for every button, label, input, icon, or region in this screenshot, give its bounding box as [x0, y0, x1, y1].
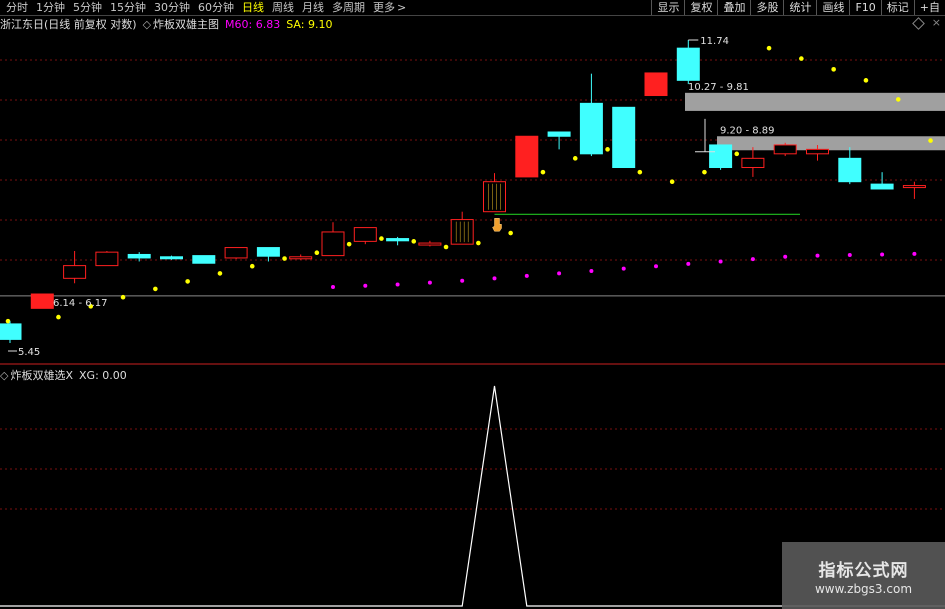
- sa-dot-20: [669, 179, 675, 184]
- watermark-title: 指标公式网: [818, 561, 909, 581]
- candle-body-5: [160, 256, 183, 260]
- candle-body-1: [30, 293, 54, 309]
- sa-dot-8: [282, 256, 287, 261]
- candle-body-3: [95, 251, 119, 267]
- candle-body-18: [579, 102, 603, 155]
- resistance-zone-0: [685, 92, 945, 111]
- m60-dot-18: [589, 269, 594, 274]
- candle-body-25: [806, 148, 829, 155]
- sa-dot-24: [799, 56, 804, 61]
- sa-dot-11: [379, 236, 384, 241]
- sa-dot-13: [443, 244, 449, 250]
- candle-body-0: [0, 323, 22, 340]
- sa-dot-6: [217, 271, 223, 276]
- candle-body-13: [418, 242, 442, 246]
- m60-dot-11: [363, 283, 368, 288]
- m60-dot-19: [621, 266, 626, 271]
- m60-dot-14: [460, 278, 465, 283]
- candle-body-28: [902, 185, 926, 189]
- sa-dot-7: [249, 263, 255, 269]
- candle-body-24: [773, 144, 797, 155]
- m60-dot-12: [395, 282, 400, 287]
- candle-body-7: [224, 247, 248, 259]
- low-label: 5.45: [18, 347, 40, 358]
- m60-dot-28: [912, 251, 917, 256]
- sa-dot-17: [572, 156, 578, 161]
- m60-dot-27: [880, 252, 885, 257]
- sa-dot-16: [540, 169, 546, 175]
- candle-body-22: [709, 144, 733, 169]
- candlestick-chart[interactable]: 11.74 10.27 - 9.81 9.20 - 8.89 6.14 - 6.17 5…: [0, 0, 945, 365]
- sa-dot-4: [153, 286, 158, 292]
- high-label: 11.74: [700, 36, 729, 47]
- candle-body-8: [256, 247, 280, 257]
- m60-dot-16: [524, 273, 529, 278]
- candle-body-6: [192, 255, 216, 264]
- candle-body-16: [515, 135, 539, 178]
- sa-dot-26: [863, 78, 869, 83]
- candle-body-12: [386, 238, 410, 242]
- m60-dot-10: [331, 285, 335, 290]
- candle-body-4: [127, 253, 151, 259]
- sa-dot-18: [605, 147, 610, 152]
- sa-dot-21: [702, 169, 707, 175]
- m60-dot-25: [815, 253, 820, 258]
- candle-body-20: [644, 72, 668, 97]
- candle-body-17: [547, 131, 571, 137]
- m60-dot-22: [718, 259, 723, 264]
- m60-dot-17: [557, 271, 562, 276]
- sa-dot-10: [346, 241, 352, 247]
- m60-dot-24: [783, 254, 788, 259]
- sa-dot-9: [314, 250, 320, 256]
- sa-dot-22: [734, 151, 740, 157]
- m60-dot-26: [847, 253, 852, 258]
- sa-dot-23: [766, 45, 772, 51]
- m60-dot-21: [686, 261, 691, 266]
- candle-body-10: [321, 231, 345, 257]
- m60-dot-20: [654, 264, 658, 269]
- candle-body-15: [483, 181, 506, 213]
- range-label: 6.14 - 6.17: [53, 298, 108, 309]
- sa-dot-19: [637, 169, 643, 175]
- sa-dot-25: [831, 67, 836, 72]
- m60-dot-13: [427, 280, 432, 285]
- zone-label-1: 9.20 - 8.89: [720, 125, 775, 136]
- candle-body-9: [289, 256, 313, 260]
- sa-dot-15: [508, 230, 513, 236]
- sa-dot-14: [476, 240, 481, 246]
- sa-dot-12: [411, 239, 417, 244]
- candle-body-21: [676, 47, 700, 81]
- m60-dot-15: [492, 276, 497, 281]
- candle-body-23: [741, 157, 765, 169]
- zone-label-0: 10.27 - 9.81: [688, 82, 749, 93]
- candle-body-14: [450, 219, 474, 245]
- candle-body-19: [612, 106, 636, 169]
- resistance-zone-1: [717, 136, 945, 151]
- watermark-url: www.zbgs3.com: [814, 582, 913, 596]
- candle-body-11: [353, 227, 377, 242]
- sa-dot-3: [120, 294, 126, 300]
- sa-dot-5: [185, 279, 190, 284]
- candle-body-26: [838, 157, 862, 183]
- candle-body-27: [870, 183, 894, 190]
- m60-dot-23: [750, 257, 755, 262]
- sa-dot-27: [895, 97, 901, 102]
- watermark: 指标公式网 www.zbgs3.com: [782, 542, 945, 609]
- candle-body-2: [63, 265, 87, 279]
- sa-dot-28: [928, 138, 933, 143]
- sa-dot-1: [56, 314, 61, 320]
